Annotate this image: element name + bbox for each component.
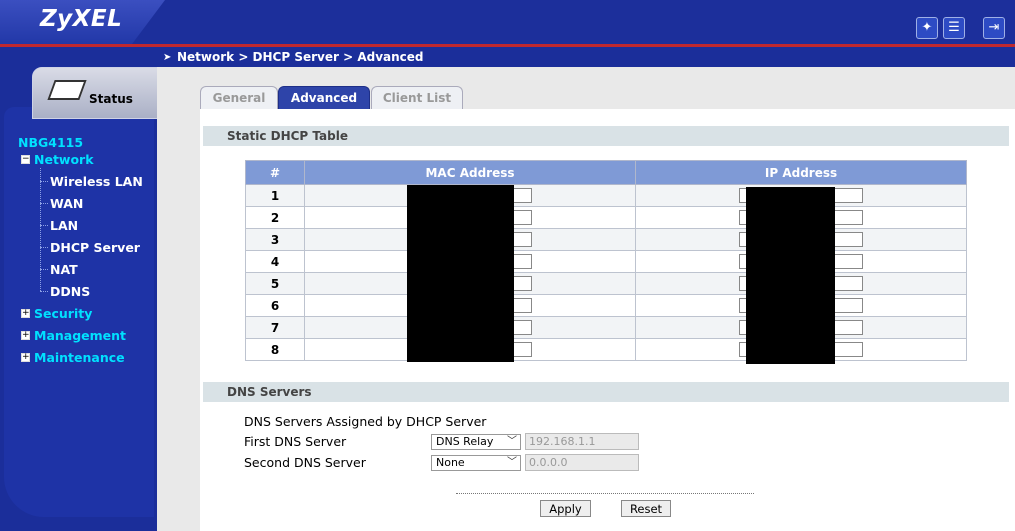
- sidebar-item-maintenance[interactable]: Maintenance: [34, 350, 125, 365]
- status-tab[interactable]: Status: [32, 67, 158, 119]
- first-dns-mode-select[interactable]: DNS Relay ﹀: [431, 434, 521, 450]
- sidebar-item-nat[interactable]: NAT: [50, 262, 78, 277]
- breadcrumb: Network > DHCP Server > Advanced: [177, 50, 424, 64]
- tree-branch: [40, 291, 48, 292]
- notepad-icon[interactable]: ☰: [943, 17, 965, 39]
- row-index: 4: [245, 250, 305, 273]
- table-row: 5: [245, 272, 967, 295]
- sidebar-item-network[interactable]: Network: [34, 152, 94, 167]
- sidebar-item-wan[interactable]: WAN: [50, 196, 83, 211]
- chevron-down-icon: ﹀: [507, 457, 517, 468]
- tab-advanced[interactable]: Advanced: [278, 86, 370, 109]
- column-header-ip: IP Address: [635, 160, 967, 185]
- table-row: 4: [245, 250, 967, 273]
- dns-subtitle: DNS Servers Assigned by DHCP Server: [244, 414, 487, 429]
- logout-icon[interactable]: ⇥: [983, 17, 1005, 39]
- zyxel-logo: ZyXEL: [40, 6, 123, 32]
- chevron-down-icon: ﹀: [507, 436, 517, 447]
- second-dns-ip-input[interactable]: 0.0.0.0: [525, 454, 639, 471]
- table-row: 2: [245, 206, 967, 229]
- header-bar: ZyXEL ✦ ☰ ⇥: [0, 0, 1015, 44]
- row-index: 1: [245, 184, 305, 207]
- divider: [456, 493, 754, 494]
- second-dns-label: Second DNS Server: [244, 455, 366, 470]
- column-header-mac: MAC Address: [304, 160, 636, 185]
- table-row: 8: [245, 338, 967, 361]
- tree-branch: [40, 203, 48, 204]
- first-dns-ip-input[interactable]: 192.168.1.1: [525, 433, 639, 450]
- row-index: 7: [245, 316, 305, 339]
- second-dns-mode-select[interactable]: None ﹀: [431, 455, 521, 471]
- tree-branch: [40, 247, 48, 248]
- tree-line: [40, 168, 41, 291]
- row-index: 2: [245, 206, 305, 229]
- sidebar-item-ddns[interactable]: DDNS: [50, 284, 90, 299]
- tree-branch: [40, 181, 48, 182]
- tab-client-list[interactable]: Client List: [371, 86, 463, 109]
- reset-button[interactable]: Reset: [621, 500, 671, 517]
- table-row: 6: [245, 294, 967, 317]
- table-row: 3: [245, 228, 967, 251]
- tab-general[interactable]: General: [200, 86, 278, 109]
- sidebar-item-wireless-lan[interactable]: Wireless LAN: [50, 174, 143, 189]
- expand-icon[interactable]: +: [21, 331, 30, 340]
- wizard-icon[interactable]: ✦: [916, 17, 938, 39]
- device-name[interactable]: NBG4115: [18, 135, 83, 150]
- expand-icon[interactable]: +: [21, 309, 30, 318]
- expand-icon[interactable]: +: [21, 353, 30, 362]
- row-index: 3: [245, 228, 305, 251]
- section-static-dhcp: Static DHCP Table: [203, 126, 1009, 146]
- redaction-block: [746, 187, 835, 364]
- static-dhcp-table: # MAC Address IP Address 1 2 3 4 5 6 7 8: [245, 160, 967, 361]
- tree-branch: [40, 225, 48, 226]
- section-dns-servers: DNS Servers: [203, 382, 1009, 402]
- redaction-block: [407, 185, 514, 362]
- row-index: 5: [245, 272, 305, 295]
- sidebar-item-lan[interactable]: LAN: [50, 218, 78, 233]
- sidebar-item-dhcp-server[interactable]: DHCP Server: [50, 240, 140, 255]
- second-dns-mode-value: None: [436, 456, 465, 469]
- collapse-icon[interactable]: −: [21, 155, 30, 164]
- apply-button[interactable]: Apply: [540, 500, 591, 517]
- sidebar-item-security[interactable]: Security: [34, 306, 92, 321]
- table-row: 1: [245, 184, 967, 207]
- status-tab-label: Status: [89, 92, 133, 106]
- breadcrumb-arrow-icon: ➤: [163, 52, 172, 63]
- router-icon: [47, 80, 87, 100]
- column-header-index: #: [245, 160, 305, 185]
- first-dns-label: First DNS Server: [244, 434, 347, 449]
- row-index: 8: [245, 338, 305, 361]
- sidebar-item-management[interactable]: Management: [34, 328, 126, 343]
- table-row: 7: [245, 316, 967, 339]
- first-dns-mode-value: DNS Relay: [436, 435, 494, 448]
- table-header-row: # MAC Address IP Address: [245, 160, 967, 185]
- row-index: 6: [245, 294, 305, 317]
- tree-branch: [40, 269, 48, 270]
